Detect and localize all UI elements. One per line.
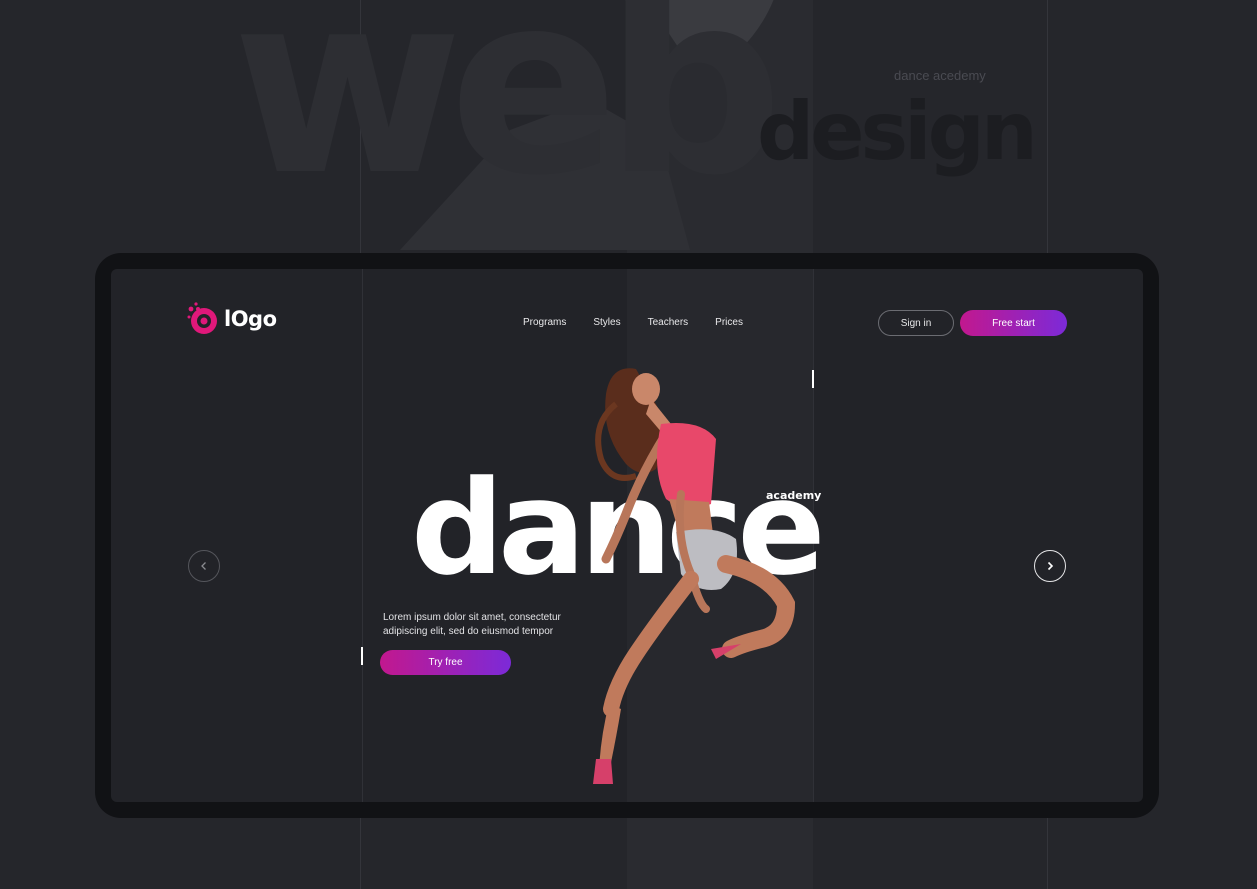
logo-text: lOgo xyxy=(224,307,277,331)
prev-slide-button[interactable] xyxy=(188,550,220,582)
background-word-design: design xyxy=(757,85,1038,178)
device-frame: lOgo Programs Styles Teachers Prices Sig… xyxy=(95,253,1159,818)
nav-item-programs[interactable]: Programs xyxy=(523,317,566,328)
main-nav: Programs Styles Teachers Prices xyxy=(523,317,770,328)
try-free-button[interactable]: Try free xyxy=(380,650,511,675)
nav-item-styles[interactable]: Styles xyxy=(593,317,620,328)
nav-item-teachers[interactable]: Teachers xyxy=(648,317,689,328)
hero-subtitle: academy xyxy=(766,489,822,502)
hero-dancer-image xyxy=(593,368,796,784)
chevron-left-icon xyxy=(201,562,206,570)
website-screen: lOgo Programs Styles Teachers Prices Sig… xyxy=(111,269,1143,802)
free-start-button[interactable]: Free start xyxy=(960,310,1067,336)
next-slide-button[interactable] xyxy=(1034,550,1066,582)
nav-item-prices[interactable]: Prices xyxy=(715,317,743,328)
logo-splash-ring-icon xyxy=(187,302,217,334)
background-word-web: web xyxy=(232,0,783,230)
site-logo[interactable]: lOgo xyxy=(186,299,277,339)
sign-in-button[interactable]: Sign in xyxy=(878,310,954,336)
accent-tick xyxy=(361,647,363,665)
background-caption: dance acedemy xyxy=(894,68,986,83)
screen-divider xyxy=(362,269,363,802)
hero-description: Lorem ipsum dolor sit amet, consectetur … xyxy=(383,612,561,637)
chevron-right-icon xyxy=(1047,561,1054,571)
